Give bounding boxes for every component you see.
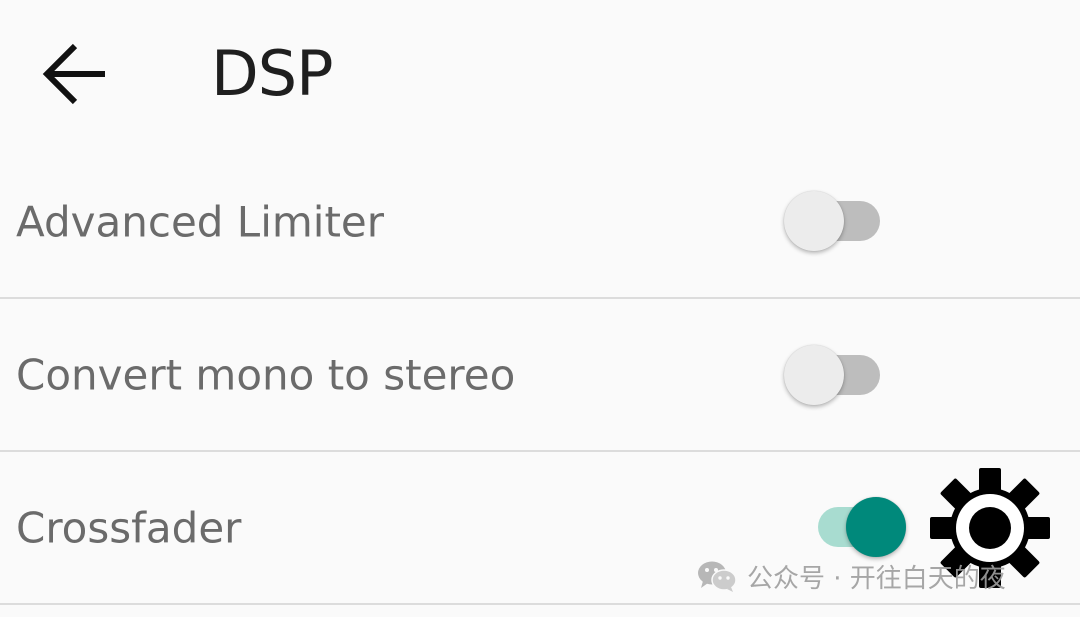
divider: [0, 603, 1080, 605]
switch-thumb: [846, 497, 906, 557]
page-title: DSP: [211, 37, 333, 110]
setting-label: Crossfader: [16, 503, 242, 553]
wechat-logo-icon: [698, 561, 737, 592]
switch-thumb: [784, 345, 844, 405]
setting-label: Convert mono to stereo: [16, 350, 516, 400]
watermark-text: 公众号 · 开往白天的夜: [747, 563, 1006, 594]
arrow-left-icon: [42, 43, 105, 105]
switch-thumb: [784, 191, 844, 251]
setting-label: Advanced Limiter: [16, 197, 385, 247]
back-button[interactable]: [34, 36, 116, 112]
crossfader-toggle[interactable]: [810, 497, 906, 557]
watermark: 公众号 · 开往白天的夜: [697, 556, 1006, 596]
setting-row-convert-mono-to-stereo[interactable]: Convert mono to stereo: [0, 299, 1080, 451]
convert-mono-to-stereo-toggle[interactable]: [784, 345, 882, 405]
advanced-limiter-toggle[interactable]: [784, 191, 882, 251]
setting-row-advanced-limiter[interactable]: Advanced Limiter: [0, 146, 1080, 298]
app-bar: DSP: [0, 0, 1080, 148]
